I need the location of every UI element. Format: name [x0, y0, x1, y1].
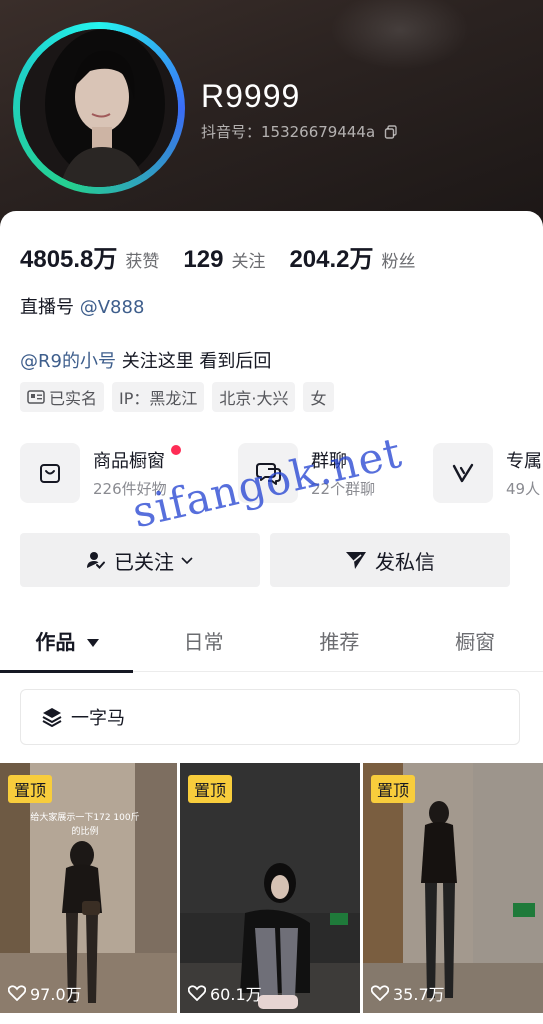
pinned-badge: 置顶: [188, 775, 233, 803]
v-badge-icon: [433, 443, 493, 503]
stat-following-value: 129: [183, 246, 224, 273]
bio-text: 关注这里 看到后回: [115, 351, 272, 372]
feature-exclusive[interactable]: 专属 49人: [433, 442, 542, 504]
avatar[interactable]: [20, 29, 178, 187]
copy-icon[interactable]: [384, 125, 398, 139]
tag-gender: 女: [303, 382, 334, 412]
douyin-id[interactable]: 抖音号：15326679444a: [201, 121, 398, 142]
feature-shop-title: 商品橱窗: [93, 451, 165, 472]
pinned-badge: 置顶: [371, 775, 416, 803]
followed-button-label: 已关注: [114, 549, 174, 574]
send-message-label: 发私信: [375, 549, 435, 574]
tag-gender-text: 女: [310, 389, 327, 408]
feature-exclusive-sub: 49人: [506, 480, 541, 498]
profile-card: 4805.8万 获赞 129 关注 204.2万 粉丝 直播号 @V888 @R…: [0, 211, 543, 1024]
feature-shop-sub: 226件好物: [93, 480, 167, 498]
bag-icon: [20, 443, 80, 503]
chevron-down-icon: [181, 557, 193, 565]
feature-exclusive-title: 专属: [506, 451, 542, 472]
tag-ip-text: IP：黑龙江: [119, 389, 198, 408]
live-account-prefix: 直播号: [20, 297, 80, 318]
tag-location: 北京·大兴: [212, 382, 296, 412]
chat-bubbles-icon: [238, 443, 298, 503]
tab-recommend-label: 推荐: [319, 630, 360, 654]
like-count-value: 60.1万: [210, 985, 262, 1004]
like-count: 97.0万: [8, 981, 82, 1005]
content-tabs: 作品 日常 推荐 橱窗: [0, 617, 543, 673]
layers-icon: [42, 708, 62, 727]
action-buttons: 已关注 发私信: [20, 533, 510, 587]
tab-showcase[interactable]: 橱窗: [407, 617, 543, 671]
live-account-link[interactable]: @V888: [80, 297, 145, 318]
feature-entries: 商品橱窗 226件好物 群聊 22个群聊 专属 49人: [20, 442, 543, 504]
video-grid: 置顶 给大家展示一下172 100斤的比例 97.0万 置顶 60.1万 置顶 …: [0, 763, 543, 1013]
user-check-icon: [87, 552, 105, 569]
send-icon: [346, 552, 366, 569]
feature-group-title: 群聊: [311, 451, 347, 472]
tab-daily[interactable]: 日常: [136, 617, 272, 671]
video-caption-overlay: 给大家展示一下172 100斤的比例: [30, 813, 140, 837]
profile-tags: 已实名 IP：黑龙江 北京·大兴 女: [20, 382, 342, 412]
like-count-value: 97.0万: [30, 985, 82, 1004]
heart-icon: [188, 985, 206, 1001]
bio-mention-link[interactable]: @R9的小号: [20, 351, 116, 372]
profile-header: R9999 抖音号：15326679444a: [0, 0, 543, 230]
pinned-badge: 置顶: [8, 775, 53, 803]
caret-down-icon: [87, 639, 100, 647]
feature-group-sub: 22个群聊: [311, 480, 376, 498]
like-count: 35.7万: [371, 981, 445, 1005]
notification-dot: [170, 445, 181, 455]
stat-followers[interactable]: 204.2万 粉丝: [289, 239, 415, 274]
avatar-image: [20, 29, 178, 187]
video-thumbnail[interactable]: 置顶 60.1万: [180, 763, 360, 1013]
tab-showcase-label: 橱窗: [455, 630, 496, 654]
heart-icon: [371, 985, 389, 1001]
collection-label: 一字马: [71, 708, 125, 729]
tab-daily-label: 日常: [183, 630, 224, 654]
douyin-id-text: 抖音号：15326679444a: [201, 123, 376, 141]
tab-works[interactable]: 作品: [0, 617, 136, 673]
stat-likes-label: 获赞: [125, 252, 160, 272]
stat-following-label: 关注: [231, 252, 266, 272]
avatar-ring[interactable]: [13, 22, 185, 194]
feature-group-chat[interactable]: 群聊 22个群聊: [238, 442, 375, 504]
stat-following[interactable]: 129 关注: [183, 246, 265, 274]
tab-recommend[interactable]: 推荐: [272, 617, 408, 671]
send-message-button[interactable]: 发私信: [270, 533, 510, 587]
bio-line: @R9的小号 关注这里 看到后回: [20, 347, 271, 373]
tag-verified: 已实名: [20, 382, 105, 412]
header-background-light: [330, 0, 470, 70]
feature-shop-window[interactable]: 商品橱窗 226件好物: [20, 442, 181, 504]
followed-button[interactable]: 已关注: [20, 533, 260, 587]
tag-ip: IP：黑龙江: [112, 382, 205, 412]
tag-location-text: 北京·大兴: [219, 389, 289, 408]
like-count: 60.1万: [188, 981, 262, 1005]
stats-row: 4805.8万 获赞 129 关注 204.2万 粉丝: [20, 239, 440, 274]
video-thumbnail[interactable]: 置顶 给大家展示一下172 100斤的比例 97.0万: [0, 763, 177, 1013]
collection-chip[interactable]: 一字马: [20, 689, 520, 745]
id-card-icon: [27, 390, 45, 404]
stat-likes-value: 4805.8万: [20, 246, 118, 273]
video-thumbnail[interactable]: 置顶 35.7万: [363, 763, 543, 1013]
stat-likes[interactable]: 4805.8万 获赞: [20, 239, 159, 274]
heart-icon: [8, 985, 26, 1001]
stat-followers-label: 粉丝: [381, 252, 416, 272]
stat-followers-value: 204.2万: [289, 246, 374, 273]
tag-verified-text: 已实名: [49, 389, 98, 408]
tab-works-label: 作品: [35, 630, 76, 654]
profile-nickname: R9999: [201, 78, 301, 114]
live-account-line: 直播号 @V888: [20, 293, 144, 319]
like-count-value: 35.7万: [393, 985, 445, 1004]
